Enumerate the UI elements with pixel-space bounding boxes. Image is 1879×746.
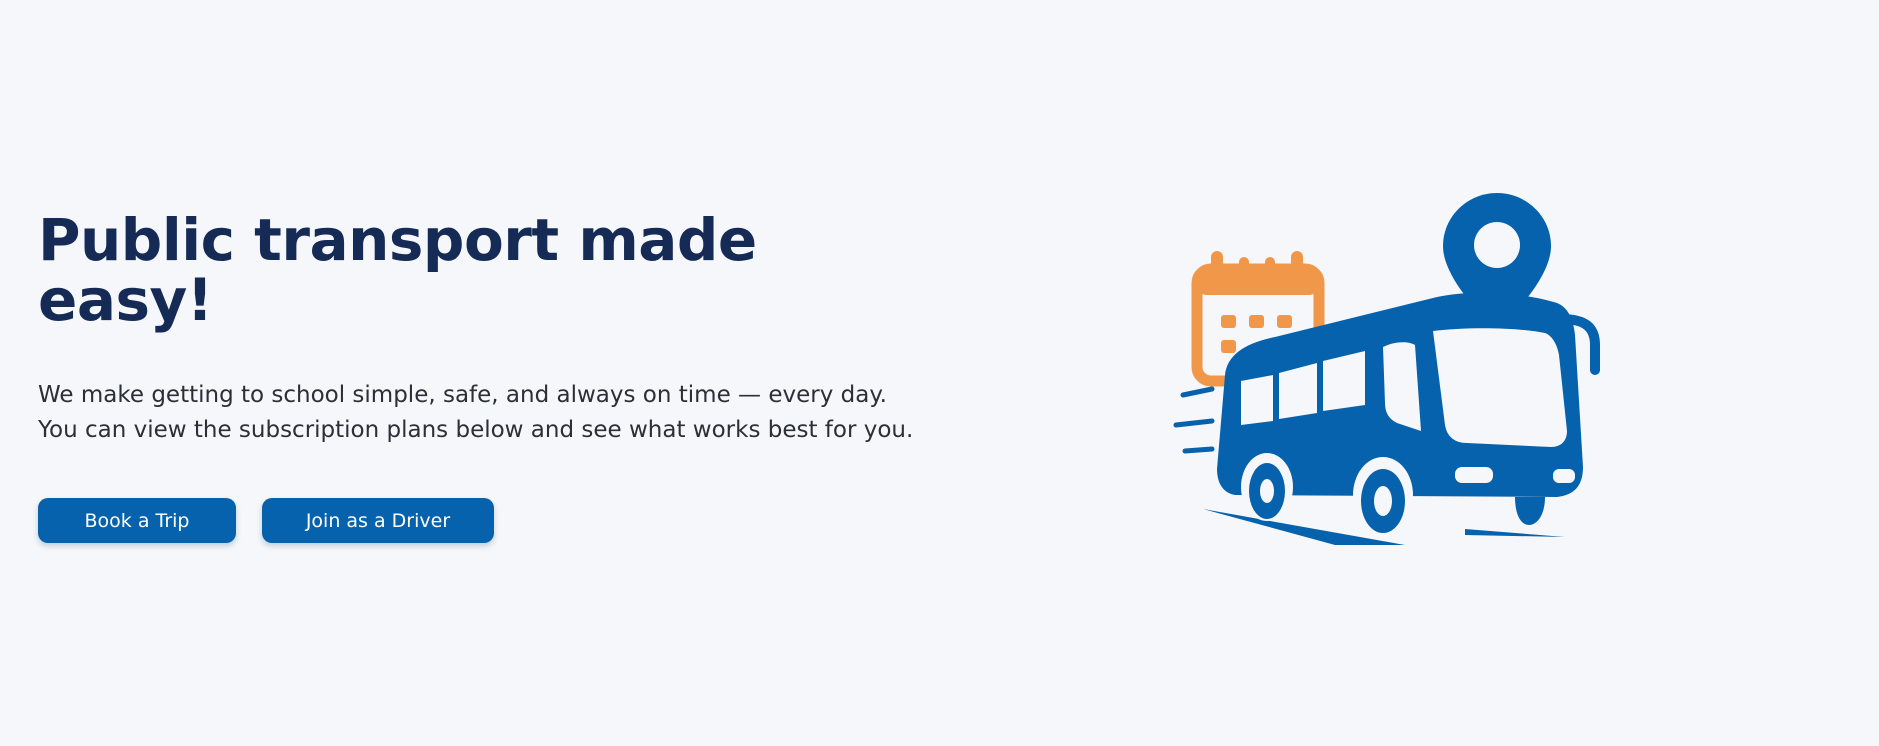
hero-title: Public transport made easy! — [38, 206, 757, 334]
book-trip-button[interactable]: Book a Trip — [38, 498, 236, 543]
bus-icon — [1173, 292, 1600, 545]
hero-section: Public transport made easy! We make gett… — [0, 0, 1879, 746]
bus-illustration — [1165, 185, 1615, 555]
hero-description: We make getting to school simple, safe, … — [38, 382, 914, 443]
join-driver-button[interactable]: Join as a Driver — [262, 498, 494, 543]
hero-actions: Book a Trip Join as a Driver — [38, 498, 918, 543]
hero-text: Public transport made easy! We make gett… — [38, 210, 918, 543]
